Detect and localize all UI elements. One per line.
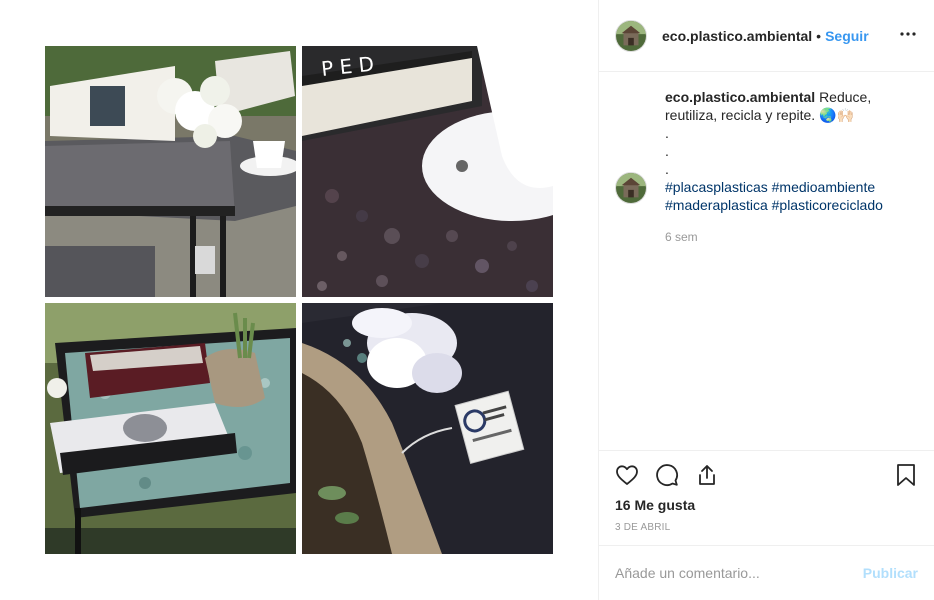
caption-body: eco.plastico.ambiental Reduce, reutiliza… (665, 88, 918, 246)
post-date: 3 DE ABRIL (615, 522, 671, 533)
comment-input[interactable] (615, 565, 863, 581)
follow-button[interactable]: Seguir (825, 28, 869, 44)
bookmark-icon[interactable] (894, 463, 918, 487)
collage-image-table-books-plant (45, 303, 296, 554)
avatar[interactable] (615, 19, 647, 52)
caption-avatar[interactable] (615, 172, 647, 204)
photo-collage: P E D (45, 46, 553, 554)
hashtag-link[interactable]: #plasticoreciclado (772, 197, 883, 213)
caption-dot: . (665, 143, 669, 159)
hashtag-link[interactable]: #placasplasticas (665, 179, 768, 195)
share-icon[interactable] (695, 463, 719, 487)
collage-image-surface-cup: P E D (302, 46, 553, 297)
heart-icon[interactable] (615, 463, 639, 487)
header-username[interactable]: eco.plastico.ambiental (662, 28, 812, 44)
hashtag-link[interactable]: #maderaplastica (665, 197, 768, 213)
more-horizontal-icon[interactable] (898, 24, 918, 44)
instagram-post: P E D eco.plastico.ambiental • Seguir ec… (0, 0, 934, 600)
hashtag-link[interactable]: #medioambiente (772, 179, 876, 195)
comment-icon[interactable] (655, 463, 679, 487)
separator-dot: • (816, 27, 822, 44)
likes-count[interactable]: 16 Me gusta (615, 497, 695, 513)
post-media[interactable]: P E D (0, 0, 599, 600)
collage-image-table-flowers (45, 46, 296, 297)
post-side-panel: eco.plastico.ambiental • Seguir eco.plas… (599, 0, 934, 600)
collage-image-label-flower (302, 303, 553, 554)
post-header: eco.plastico.ambiental • Seguir (599, 0, 934, 72)
publish-button[interactable]: Publicar (863, 565, 918, 581)
caption-username[interactable]: eco.plastico.ambiental (665, 89, 815, 105)
post-actions: 16 Me gusta 3 DE ABRIL (599, 450, 934, 545)
caption-comment: eco.plastico.ambiental Reduce, reutiliza… (615, 88, 918, 246)
caption-dot: . (665, 161, 669, 177)
caption-dot: . (665, 125, 669, 141)
action-icons (615, 463, 719, 487)
comment-box: Publicar (599, 545, 934, 600)
caption-area: eco.plastico.ambiental Reduce, reutiliza… (599, 72, 934, 450)
caption-time-ago[interactable]: 6 sem (665, 228, 918, 246)
